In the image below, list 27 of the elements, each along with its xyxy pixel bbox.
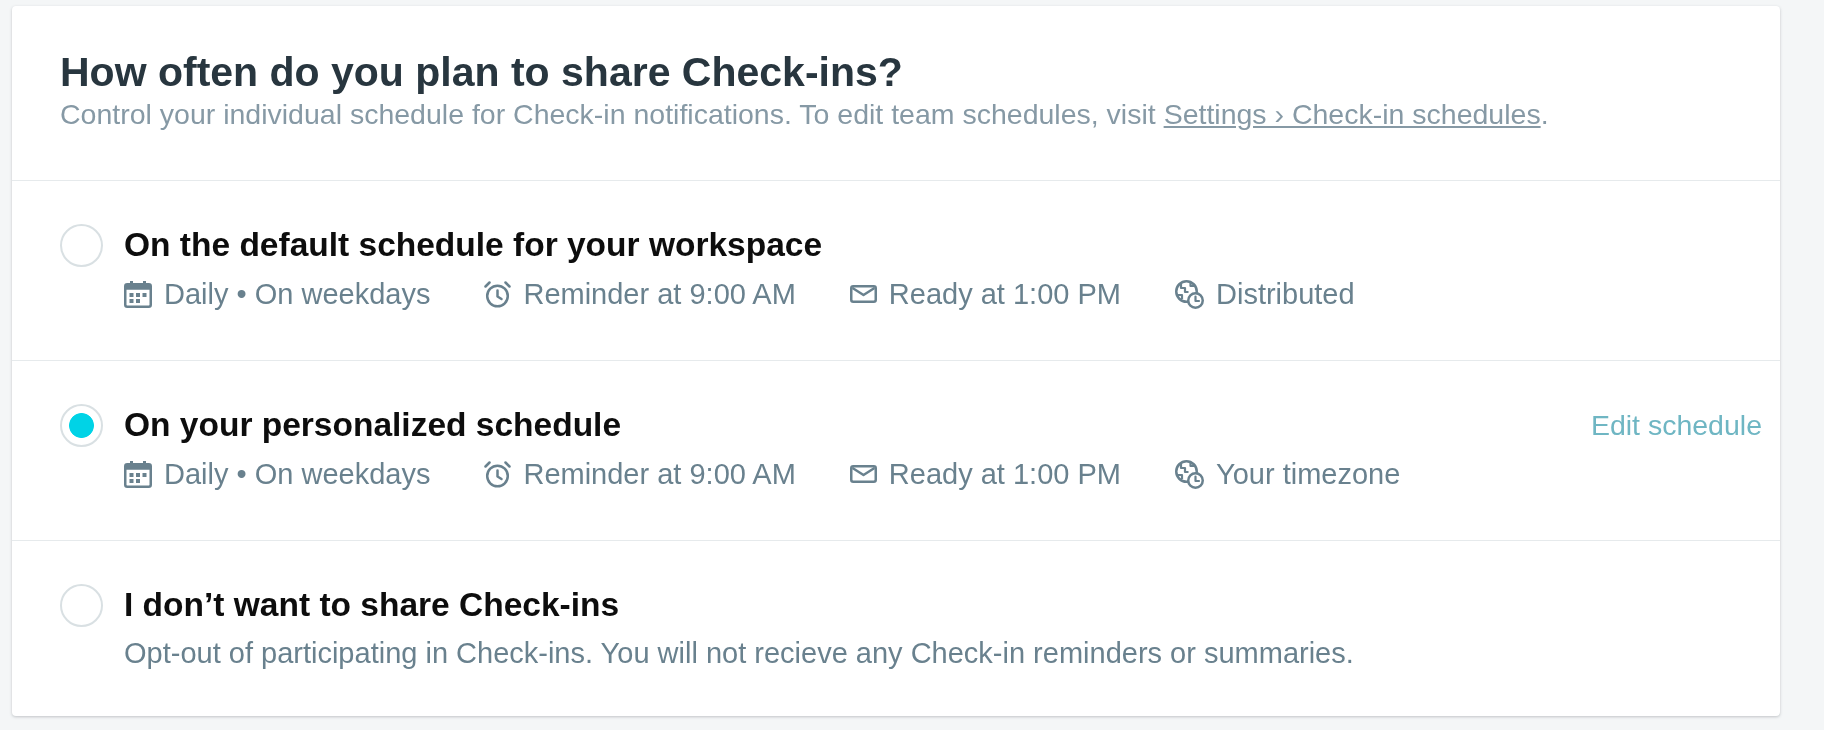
timezone-label: Distributed: [1216, 277, 1355, 312]
option-description: Opt-out of participating in Check-ins. You will not recieve any Check-in reminders or summaries.: [124, 636, 1355, 671]
option-title: I don’t want to share Check-ins: [124, 585, 620, 625]
calendar-icon: [124, 460, 152, 488]
reminder-time-label: Reminder at 9:00 AM: [523, 457, 796, 492]
radio-button[interactable]: [60, 224, 103, 267]
envelope-icon: [849, 465, 877, 483]
radio-button[interactable]: [60, 404, 103, 447]
edit-schedule-link[interactable]: Edit schedule: [1590, 407, 1762, 443]
timezone-label: Your timezone: [1216, 457, 1401, 492]
globe-clock-icon: [1175, 279, 1204, 309]
page-title: How often do you plan to share Check-ins?: [60, 48, 904, 96]
frequency-label: Daily • On weekdays: [164, 277, 431, 312]
frequency-label: Daily • On weekdays: [164, 457, 431, 492]
alarm-clock-icon: [484, 280, 512, 308]
subtitle-text: Control your individual schedule for Check-in notifications. To edit team schedules, visit Settings › Check-in schedules.: [60, 98, 1550, 130]
ready-time-label: Ready at 1:00 PM: [888, 457, 1121, 492]
calendar-icon: [124, 280, 152, 308]
option-title: On your personalized schedule: [124, 405, 622, 445]
ready-time-label: Ready at 1:00 PM: [888, 277, 1121, 312]
option-title: On the default schedule for your workspace: [124, 225, 823, 265]
reminder-time-label: Reminder at 9:00 AM: [523, 277, 796, 312]
envelope-icon: [849, 285, 877, 303]
globe-clock-icon: [1175, 459, 1204, 489]
settings-link[interactable]: Settings › Check-in schedules: [1163, 98, 1541, 130]
radio-button[interactable]: [60, 584, 103, 627]
alarm-clock-icon: [484, 460, 512, 488]
